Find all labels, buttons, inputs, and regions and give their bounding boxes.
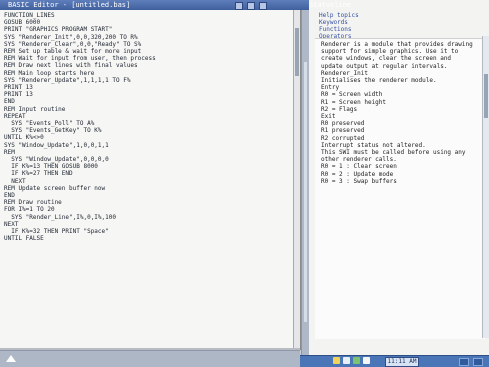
maximize-icon[interactable] — [247, 2, 255, 10]
up-arrow-icon[interactable] — [6, 355, 16, 362]
help-text-line: R1 = Screen height — [321, 98, 387, 106]
help-panel: Help topics Keywords Functions Operators Re… — [309, 10, 489, 355]
help-text-line: Entry — [321, 84, 340, 92]
code-line: SYS "Window_Update",0,0,0,0 — [4, 156, 109, 164]
speaker-icon[interactable] — [343, 357, 350, 364]
help-text-line: other renderer calls. — [321, 156, 397, 164]
help-text-line: R0 preserved — [321, 120, 365, 128]
code-line: SYS "Renderer_Clear",0,0,"Ready" TO S% — [4, 40, 142, 48]
code-line: REM Draw next lines with final values — [4, 62, 138, 70]
code-line: REM Set up table & wait for more input — [4, 48, 142, 56]
help-text-line: Renderer_Init — [321, 69, 368, 77]
window-titlebar[interactable]: BASIC Editor - [untitled.bas] Statusline — [0, 0, 489, 345]
help-text-line: update output at regular intervals. — [321, 62, 448, 70]
code-line: REM Input routine — [4, 105, 66, 113]
code-editor-panel[interactable]: FUNCTION_LINES GOSUB 6000 PRINT "GRAPHICS … — [0, 10, 301, 350]
taskbar-extras — [459, 358, 483, 366]
code-line: IF K%=32 THEN PRINT "Space" — [4, 228, 109, 236]
code-line: SYS "Render_Line",I%,0,I%,100 — [4, 213, 116, 221]
code-line: IF K%=13 THEN GOSUB 8000 — [4, 163, 98, 171]
code-scroll-thumb[interactable] — [295, 28, 299, 76]
code-line: FOR I%=1 TO 20 — [4, 206, 55, 214]
code-line: PRINT "GRAPHICS PROGRAM START" — [4, 26, 113, 34]
code-line: SYS "Events_GetKey" TO K% — [4, 127, 102, 135]
code-line: REPEAT — [4, 112, 26, 120]
network-icon[interactable] — [333, 357, 340, 364]
help-link: Help topics — [319, 12, 359, 19]
help-scrollbar[interactable] — [482, 36, 489, 338]
splitter-handle[interactable] — [304, 62, 307, 322]
help-text-line: R0 = 2 : Update mode — [321, 170, 394, 178]
code-line: END — [4, 98, 15, 106]
help-link: Keywords — [319, 19, 348, 26]
help-text-line: Initialises the renderer module. — [321, 77, 437, 85]
screen: BASIC Editor - [untitled.bas] Statusline… — [0, 0, 489, 367]
code-line: REM — [4, 148, 15, 156]
code-line: REM Main loop starts here — [4, 69, 95, 77]
code-line: SYS "Window_Update",1,0,0,1,1 — [4, 141, 109, 149]
help-text-line: R2 corrupted — [321, 134, 365, 142]
code-line: IF K%=27 THEN END — [4, 170, 73, 178]
title-controls — [235, 2, 267, 10]
code-editor[interactable]: FUNCTION_LINES GOSUB 6000 PRINT "GRAPHICS … — [4, 12, 294, 243]
taskbar: 11:11 AM — [300, 355, 489, 367]
help-text-box: Renderer is a module that provides drawi… — [315, 38, 485, 339]
help-scroll-thumb[interactable] — [484, 74, 488, 118]
help-links[interactable]: Help topics Keywords Functions Operators — [319, 12, 479, 40]
help-text-line: R0 = 1 : Clear screen — [321, 163, 397, 171]
help-text-line: This SWI must be called before using any — [321, 149, 466, 157]
battery-icon[interactable] — [353, 357, 360, 364]
help-text-line: support for simple graphics. Use it to — [321, 48, 459, 56]
code-scrollbar[interactable] — [293, 10, 300, 348]
code-line: NEXT — [4, 220, 19, 228]
close-icon[interactable] — [259, 2, 267, 10]
window-switch-icon[interactable] — [459, 358, 469, 366]
help-text-line: Renderer is a module that provides drawi… — [321, 41, 473, 48]
code-line: UNTIL FALSE — [4, 235, 44, 243]
help-text-line: Exit — [321, 113, 336, 121]
code-line: GOSUB 6000 — [4, 19, 41, 27]
help-text-line: R2 = Flags — [321, 105, 358, 113]
code-line: REM Draw routine — [4, 199, 62, 207]
help-text: Renderer is a module that provides drawi… — [321, 41, 481, 185]
help-text-line: R0 = 3 : Swap buffers — [321, 177, 397, 185]
chat-icon[interactable] — [363, 357, 370, 364]
minimize-icon[interactable] — [235, 2, 243, 10]
code-line: PRINT 13 — [4, 84, 33, 92]
code-line: UNTIL K%<>0 — [4, 134, 44, 142]
help-text-line: R0 = Screen width — [321, 91, 383, 99]
code-line: FUNCTION_LINES — [4, 12, 55, 19]
code-line: REM Update screen buffer now — [4, 184, 106, 192]
system-tray — [333, 357, 370, 364]
code-line: REM Wait for input from user, then proce… — [4, 55, 156, 63]
help-text-line: Interrupt status not altered. — [321, 141, 426, 149]
code-line: SYS "Renderer_Update",1,1,1,1 TO F% — [4, 76, 131, 84]
code-line: NEXT — [4, 177, 26, 185]
help-text-line: R1 preserved — [321, 127, 365, 135]
help-link: Functions — [319, 26, 352, 33]
desktop-icon[interactable] — [473, 358, 483, 366]
code-line: PRINT 13 — [4, 91, 33, 99]
left-status-strip — [0, 350, 300, 367]
help-text-line: create windows, clear the screen and — [321, 55, 452, 63]
window-title: BASIC Editor - [untitled.bas] — [8, 1, 131, 9]
code-line: SYS "Renderer_Init",0,0,320,200 TO R% — [4, 33, 138, 41]
code-line: SYS "Events_Poll" TO A% — [4, 120, 95, 128]
code-line: END — [4, 192, 15, 200]
